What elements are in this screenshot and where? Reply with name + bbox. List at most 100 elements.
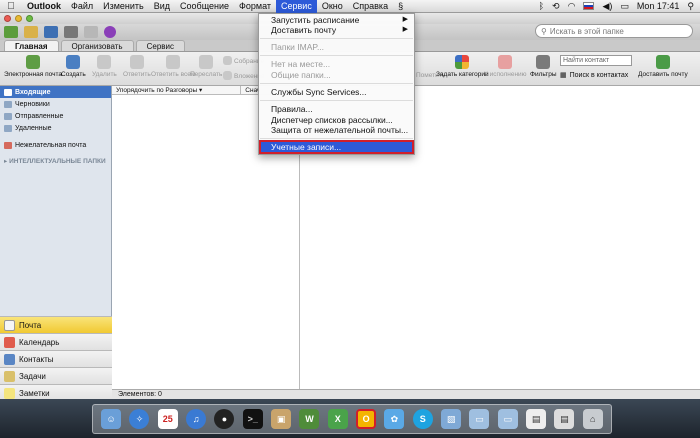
apple-menu-icon[interactable]:  (0, 1, 22, 12)
save-icon[interactable] (44, 26, 58, 38)
terminal-icon[interactable]: >_ (242, 409, 263, 429)
categories-icon (455, 55, 470, 69)
menu-mailing-list-manager[interactable]: Диспетчер списков рассылки... (259, 115, 414, 125)
new-email-button[interactable]: Электронная почта (4, 55, 62, 78)
itunes-icon[interactable]: ♫ (186, 409, 207, 429)
attachment-icon (223, 71, 232, 80)
trash-dock-icon[interactable]: ⌂ (582, 409, 603, 429)
nav-mail[interactable]: Почта (0, 316, 112, 333)
photo-icon[interactable]: ▧ (441, 409, 462, 429)
menu-edit[interactable]: Изменить (98, 0, 149, 13)
document-icon[interactable]: ▤ (526, 409, 547, 429)
menu-accounts[interactable]: Учетные записи... (259, 140, 414, 154)
minimize-window-button[interactable] (15, 15, 22, 22)
menu-out-of-office[interactable]: Нет на месте... (259, 59, 414, 69)
applications-folder-icon[interactable]: ▭ (469, 409, 490, 429)
folder-inbox[interactable]: Входящие (0, 86, 111, 98)
menu-rules[interactable]: Правила... (259, 104, 414, 114)
bluetooth-icon[interactable]: ᛒ (539, 1, 544, 11)
wifi-icon[interactable]: ◠ (568, 1, 576, 12)
submenu-arrow-icon: ▶ (402, 16, 408, 23)
reply-all-button[interactable]: Ответить всем (151, 55, 195, 78)
menu-sync-services[interactable]: Службы Sync Services... (259, 87, 414, 97)
menu-imap-folders[interactable]: Папки IMAP... (259, 42, 414, 52)
delete-button[interactable]: Удалить (92, 55, 117, 78)
open-folder-icon[interactable] (24, 26, 38, 38)
messenger-icon[interactable]: ✿ (384, 409, 405, 429)
menu-file[interactable]: Файл (66, 0, 98, 13)
document-stack-icon[interactable]: ▤ (554, 409, 575, 429)
sort-by-header[interactable]: Упорядочить по Разговоры ▾ (112, 86, 242, 94)
submenu-arrow-icon: ▶ (402, 26, 408, 33)
help-icon[interactable] (104, 26, 116, 38)
search-field[interactable]: ⚲ Искать в этой папке (535, 24, 693, 38)
documents-folder-icon[interactable]: ▭ (497, 409, 518, 429)
folder-sent[interactable]: Отправленные (0, 110, 111, 122)
folder-junk[interactable]: Нежелательная почта (0, 139, 111, 151)
time-machine-icon[interactable]: ⟲ (552, 1, 560, 12)
safari-icon[interactable]: ✧ (129, 409, 150, 429)
reply-all-icon (166, 55, 181, 69)
smart-folders-header[interactable]: ▸ ИНТЕЛЛЕКТУАЛЬНЫЕ ПАПКИ (0, 151, 111, 165)
filters-button[interactable]: Фильтры (530, 55, 557, 78)
menu-public-folders[interactable]: Общие папки... (259, 70, 414, 80)
nav-tasks[interactable]: Задачи (0, 367, 112, 384)
word-icon[interactable]: W (299, 409, 320, 429)
preview-icon[interactable]: ▣ (271, 409, 292, 429)
folder-deleted[interactable]: Удаленные (0, 122, 111, 134)
navigation-pane: Почта Календарь Контакты Задачи Заметки (0, 316, 112, 401)
menu-view[interactable]: Вид (149, 0, 175, 13)
excel-icon[interactable]: X (327, 409, 348, 429)
zoom-window-button[interactable] (26, 15, 33, 22)
folder-drafts[interactable]: Черновики (0, 98, 111, 110)
finder-icon[interactable]: ☺ (101, 409, 122, 429)
menu-help[interactable]: Справка (348, 0, 393, 13)
menu-separator (260, 100, 413, 101)
ical-icon[interactable]: 25 (157, 409, 178, 429)
volume-icon[interactable]: ◀) (602, 1, 612, 12)
categorize-button[interactable]: Задать категории (436, 55, 489, 78)
menu-bar:  Outlook Файл Изменить Вид Сообщение Фо… (0, 0, 700, 13)
tab-organize[interactable]: Организовать (60, 40, 134, 51)
create-button[interactable]: Создать (61, 55, 86, 78)
script-menu-icon[interactable]: § (393, 0, 408, 13)
tools-menu: Запустить расписание ▶ Доставить почту ▶ П… (258, 13, 415, 155)
mail-icon (4, 319, 15, 331)
nav-calendar[interactable]: Календарь (0, 333, 112, 350)
print-icon[interactable] (64, 26, 78, 38)
menu-format[interactable]: Формат (234, 0, 276, 13)
contacts-nav-icon (4, 353, 15, 365)
contact-search-input[interactable]: Найти контакт (560, 55, 632, 66)
undo-icon[interactable] (84, 26, 98, 38)
forward-button[interactable]: Переслать (190, 55, 222, 78)
tab-home[interactable]: Главная (4, 40, 59, 51)
junk-icon (4, 141, 12, 149)
followup-button[interactable]: К исполнению (484, 55, 527, 78)
close-window-button[interactable] (4, 15, 11, 22)
menu-app-name[interactable]: Outlook (22, 0, 66, 13)
menu-junk-protection[interactable]: Защита от нежелательной почты... (259, 125, 414, 135)
front-row-icon[interactable]: ● (214, 409, 235, 429)
nav-contacts[interactable]: Контакты (0, 350, 112, 367)
menu-separator (260, 83, 413, 84)
menu-tools[interactable]: Сервис (276, 0, 317, 13)
contact-search-link[interactable]: ▦ Поиск в контактах (560, 71, 628, 80)
tab-tools[interactable]: Сервис (135, 40, 185, 51)
spotlight-icon[interactable]: ⚲ (687, 1, 694, 12)
send-receive-button[interactable]: Доставить почту (638, 55, 688, 78)
menu-run-schedule[interactable]: Запустить расписание ▶ (259, 15, 414, 25)
new-item-icon[interactable] (4, 26, 18, 38)
clock[interactable]: Mon 17:41 (637, 1, 680, 11)
battery-icon[interactable]: ▭ (620, 1, 629, 12)
forward-icon (199, 55, 214, 69)
create-icon (66, 55, 81, 69)
outlook-icon[interactable]: O (356, 409, 377, 429)
menu-separator (260, 138, 413, 139)
search-placeholder: Искать в этой папке (549, 26, 624, 36)
menu-send-receive[interactable]: Доставить почту ▶ (259, 25, 414, 35)
menu-window[interactable]: Окно (317, 0, 348, 13)
reply-button[interactable]: Ответить (123, 55, 151, 78)
menu-message[interactable]: Сообщение (175, 0, 234, 13)
language-flag-icon[interactable] (583, 2, 595, 10)
skype-icon[interactable]: S (412, 409, 433, 429)
